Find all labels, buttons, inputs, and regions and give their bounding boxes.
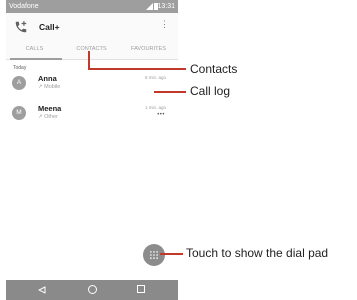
- section-header: Today: [13, 65, 27, 71]
- call-time: 8 min. ago: [144, 75, 166, 80]
- home-icon[interactable]: [88, 285, 97, 294]
- contact-name: Meena: [38, 104, 62, 113]
- app-bar: Call+ ⋮: [6, 13, 178, 39]
- dial-pad-button[interactable]: [143, 244, 165, 266]
- tab-calls[interactable]: CALLS: [6, 46, 63, 52]
- contacts-callout-line-horizontal: [88, 68, 186, 70]
- avatar: M: [12, 106, 26, 120]
- contacts-callout-line-vertical: [88, 51, 90, 69]
- navigation-bar: [6, 280, 178, 300]
- phone-add-icon[interactable]: [14, 20, 28, 34]
- call-time: 1 min. ago: [144, 105, 166, 110]
- dialpad-icon: [150, 251, 158, 259]
- call-type: ↗ Mobile: [38, 84, 60, 90]
- call-log-callout-line: [154, 91, 186, 93]
- list-item[interactable]: M Meena ↗ Other 1 min. ago •••: [6, 102, 178, 124]
- carrier-label: Vodafone: [9, 3, 39, 10]
- outgoing-arrow-icon: ↗: [38, 84, 43, 90]
- contacts-annotation: Contacts: [190, 62, 238, 76]
- phone-screen: Vodafone 13:31 Call+ ⋮ CALLS CONTACTS FA…: [6, 0, 178, 300]
- call-type-label: Mobile: [44, 84, 61, 90]
- dial-pad-annotation: Touch to show the dial pad: [186, 246, 329, 260]
- outgoing-arrow-icon: ↗: [38, 114, 43, 120]
- more-icon[interactable]: •••: [157, 112, 165, 118]
- back-icon[interactable]: [38, 286, 46, 294]
- call-type: ↗ Other: [38, 114, 58, 120]
- avatar: A: [12, 76, 26, 90]
- contact-name: Anna: [38, 74, 57, 83]
- clock: 13:31: [157, 3, 175, 10]
- tab-contacts[interactable]: CONTACTS: [63, 46, 120, 52]
- signal-icon: [146, 3, 153, 10]
- tab-bar: CALLS CONTACTS FAVOURITES: [6, 39, 178, 60]
- dial-pad-callout-line: [160, 253, 183, 255]
- recents-icon[interactable]: [137, 285, 145, 293]
- call-log-annotation: Call log: [190, 84, 231, 98]
- status-bar: Vodafone 13:31: [6, 0, 178, 13]
- list-item[interactable]: A Anna ↗ Mobile 8 min. ago: [6, 72, 178, 94]
- more-options-icon[interactable]: ⋮: [160, 20, 169, 29]
- tab-favourites[interactable]: FAVOURITES: [120, 46, 177, 52]
- app-title: Call+: [39, 22, 60, 32]
- call-type-label: Other: [44, 114, 58, 120]
